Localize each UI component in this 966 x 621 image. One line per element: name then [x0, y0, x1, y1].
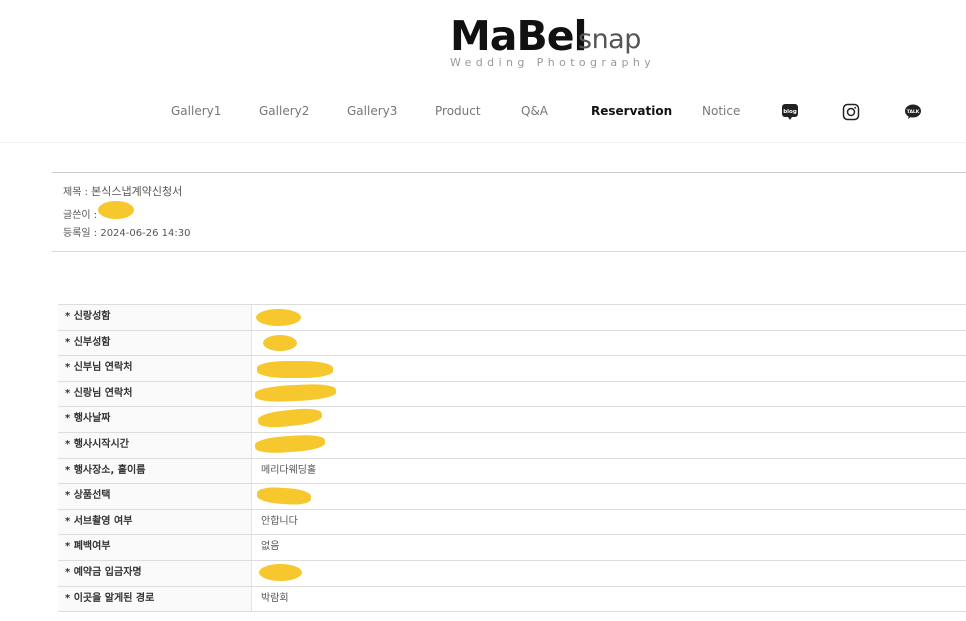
row-label: * 신부님 연락처	[58, 356, 252, 381]
post-title-label: 제목 :	[63, 187, 92, 198]
redaction-mark	[256, 309, 301, 326]
row-label: * 신부성함	[58, 330, 252, 356]
post-title: 제목 : 본식스냅계약신청서	[63, 183, 182, 199]
instagram-icon[interactable]	[842, 103, 860, 121]
nav-qna[interactable]: Q&A	[521, 104, 548, 118]
svg-text:TALK: TALK	[907, 109, 920, 115]
site-logo[interactable]: MaBel snap Wedding Photography	[450, 12, 656, 72]
table-row: * 서브촬영 여부 안합니다	[58, 509, 966, 536]
post-author-label: 글쓴이 :	[63, 210, 98, 221]
row-label: * 예약금 입금자명	[58, 560, 252, 586]
post-date: 등록일 : 2024-06-26 14:30	[63, 224, 190, 239]
reservation-form-table: * 신랑성함 * 신부성함 * 신부님 연락처 * 신랑님 연락처 * 행사날짜…	[58, 304, 966, 613]
redaction-mark	[263, 335, 297, 351]
row-label: * 이곳을 알게된 경로	[58, 586, 252, 612]
table-row: * 행사시작시간	[58, 432, 966, 459]
redaction-mark	[98, 201, 134, 219]
header-divider	[0, 142, 966, 143]
nav-gallery3[interactable]: Gallery3	[347, 104, 397, 118]
logo-tagline: Wedding Photography	[450, 56, 656, 69]
post-date-value: 2024-06-26 14:30	[100, 228, 191, 239]
table-row: * 행사장소, 홀이름 메리다웨딩홀	[58, 458, 966, 485]
table-row: * 폐백여부 없음	[58, 535, 966, 561]
nav-product[interactable]: Product	[435, 104, 481, 118]
table-row: * 신부성함	[58, 330, 966, 357]
row-label: * 행사시작시간	[58, 432, 252, 458]
nav-gallery1[interactable]: Gallery1	[171, 104, 221, 118]
post-author: 글쓴이 :	[63, 206, 97, 221]
nav-notice[interactable]: Notice	[702, 104, 740, 118]
post-info: 제목 : 본식스냅계약신청서 글쓴이 : 등록일 : 2024-06-26 14…	[52, 172, 966, 252]
table-row: * 이곳을 알게된 경로 박람회	[58, 586, 966, 613]
table-row: * 행사날짜	[58, 407, 966, 433]
post-date-label: 등록일 :	[63, 228, 101, 239]
table-row: * 신랑성함	[58, 305, 966, 331]
nav-reservation[interactable]: Reservation	[591, 104, 672, 118]
row-label: * 상품선택	[58, 484, 252, 509]
kakaotalk-icon[interactable]: TALK	[904, 103, 922, 121]
row-value: 안합니다	[261, 515, 298, 527]
row-value: 박람회	[261, 592, 289, 604]
table-row: * 예약금 입금자명	[58, 560, 966, 587]
row-value: 없음	[261, 541, 280, 553]
row-value: 메리다웨딩홀	[261, 464, 317, 476]
nav-gallery2[interactable]: Gallery2	[259, 104, 309, 118]
post-title-value: 본식스냅계약신청서	[91, 185, 183, 198]
blog-icon[interactable]: blog	[781, 103, 799, 121]
table-row: * 신랑님 연락처	[58, 381, 966, 408]
row-label: * 신랑성함	[58, 305, 252, 330]
svg-text:blog: blog	[783, 109, 797, 115]
row-label: * 서브촬영 여부	[58, 509, 252, 535]
row-label: * 신랑님 연락처	[58, 381, 252, 407]
row-label: * 폐백여부	[58, 535, 252, 560]
redaction-mark	[259, 564, 302, 581]
logo-subword: snap	[578, 24, 641, 55]
row-label: * 행사장소, 홀이름	[58, 458, 252, 484]
table-row: * 상품선택	[58, 484, 966, 510]
logo-wordmark: MaBel	[450, 12, 588, 60]
redaction-mark	[257, 361, 333, 378]
table-row: * 신부님 연락처	[58, 356, 966, 382]
row-label: * 행사날짜	[58, 407, 252, 432]
